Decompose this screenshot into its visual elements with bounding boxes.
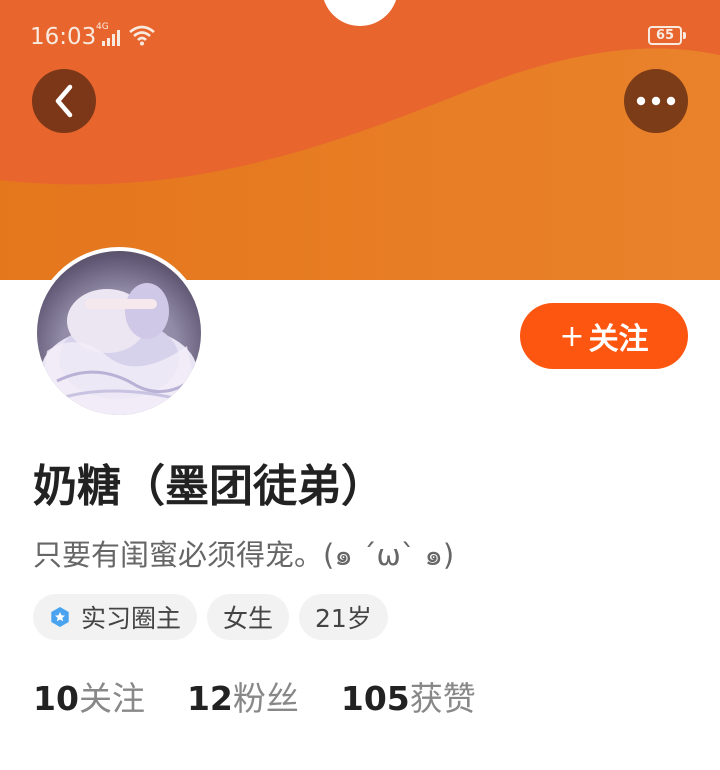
tag-label: 女生	[223, 604, 274, 633]
badge-star-icon	[51, 607, 69, 627]
battery-icon: 65	[648, 26, 686, 45]
tag-gender: 女生	[207, 594, 290, 640]
follow-button[interactable]: + 关注	[520, 303, 688, 369]
tag-role[interactable]: 实习圈主	[33, 594, 198, 640]
profile-stats: 10 关注 12 粉丝 105 获赞	[33, 672, 476, 720]
stat-value: 10	[33, 679, 79, 718]
follow-label: 关注	[588, 322, 649, 357]
back-button[interactable]	[32, 69, 96, 133]
profile-tags: 实习圈主 女生 21岁	[33, 594, 388, 640]
stat-value: 105	[340, 679, 410, 718]
stat-likes[interactable]: 105 获赞	[341, 672, 476, 720]
signal-icon: 4G	[96, 22, 126, 46]
profile-bio: 只要有闺蜜必须得宠。(๑ ´ω` ๑)	[33, 538, 455, 572]
tag-age: 21岁	[299, 594, 388, 640]
battery-level: 65	[655, 28, 675, 43]
plus-icon: +	[559, 318, 585, 354]
stat-label: 关注	[78, 679, 145, 718]
avatar[interactable]	[33, 247, 205, 419]
tag-label: 实习圈主	[81, 604, 182, 633]
avatar-image	[37, 251, 201, 415]
stat-followers[interactable]: 12 粉丝	[187, 672, 299, 720]
tag-label: 21岁	[315, 604, 372, 633]
stat-value: 12	[186, 679, 233, 718]
more-dots-icon	[636, 96, 676, 106]
more-button[interactable]	[624, 69, 688, 133]
stat-following[interactable]: 10 关注	[33, 672, 145, 720]
wifi-icon	[129, 25, 155, 46]
stat-label: 粉丝	[232, 679, 299, 718]
back-chevron-icon	[55, 84, 73, 118]
profile-nickname: 奶糖（墨团徒弟）	[33, 461, 385, 512]
status-bar: 16:03 4G 65	[0, 0, 720, 72]
stat-label: 获赞	[409, 679, 476, 718]
status-time: 16:03	[30, 24, 97, 50]
